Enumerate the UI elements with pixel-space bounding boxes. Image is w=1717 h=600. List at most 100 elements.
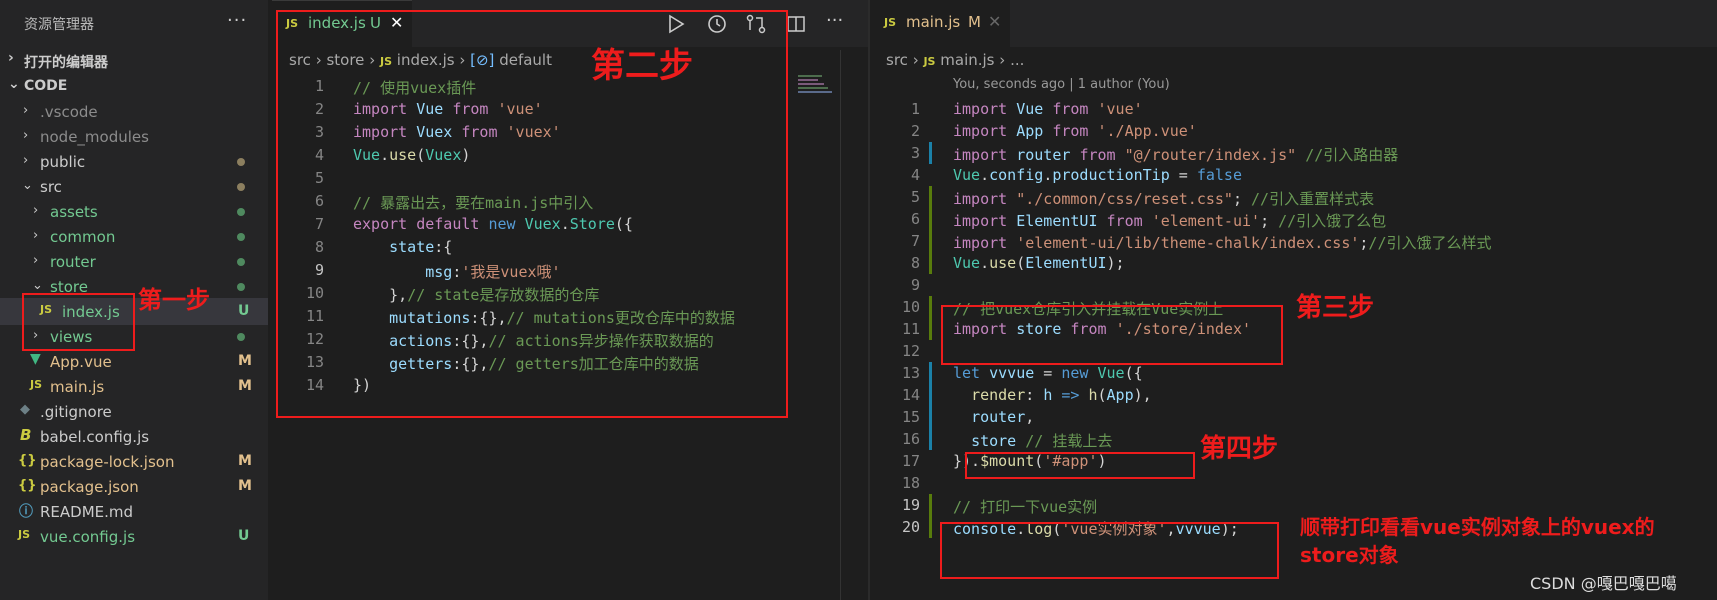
tree-folder-vscode[interactable]: › .vscode [0,98,268,125]
babel-file-icon: B [20,426,32,444]
git-added-bar[interactable] [929,494,932,538]
tree-file-package-json[interactable]: {} package.json M [0,473,268,500]
tab-label: main.js [906,13,961,31]
code-line: Vue.config.productionTip = false [953,166,1242,184]
split-editor-icon[interactable] [786,14,806,34]
code-line: // 打印一下vue实例 [953,498,1098,516]
modified-dot-icon [237,183,245,191]
git-blame-lens[interactable]: You, seconds ago | 1 author (You) [953,77,1170,92]
line-number: 1 [910,100,920,118]
tree-file-babel-config[interactable]: B babel.config.js [0,423,268,450]
line-number: 15 [901,408,920,426]
tree-file-vue-config[interactable]: JS vue.config.js U [0,523,268,550]
tab-main-js[interactable]: JS main.js M ✕ [870,0,1010,47]
line-number: 7 [910,232,920,250]
line-number: 6 [910,210,920,228]
code-line: import router from "@/router/index.js" /… [953,146,1399,164]
annotation-note: 顺带打印看看vue实例对象上的vuex的store对象 [1300,515,1655,567]
tree-item-label: vue.config.js [40,528,136,546]
js-file-icon: JS [884,16,897,29]
git-modified-bar[interactable] [929,362,932,450]
tree-folder-node-modules[interactable]: › node_modules [0,123,268,150]
watermark: CSDN @嘎巴嘎巴噶 [1530,574,1677,593]
tree-file-readme[interactable]: ⓘ README.md [0,498,268,525]
tree-item-label: node_modules [40,128,149,146]
tree-item-label: src [40,178,62,196]
json-file-icon: {} [18,453,37,468]
chevron-right-icon: › [23,153,29,168]
tree-folder-common[interactable]: › common [0,223,268,250]
tree-file-package-lock[interactable]: {} package-lock.json M [0,448,268,475]
breadcrumb-item[interactable]: ... [1010,51,1024,69]
line-number: 16 [901,430,920,448]
line-number: 14 [901,386,920,404]
workspace-section[interactable]: ⌄ CODE [0,74,268,98]
chevron-right-icon: › [23,128,29,143]
line-number: 11 [901,320,920,338]
annotation-step4: 第四步 [1200,434,1279,464]
line-number: 2 [910,122,920,140]
line-number: 9 [910,276,920,294]
code-line: store // 挂载上去 [971,432,1113,450]
scrollbar-track[interactable] [840,50,841,600]
chevron-down-icon: ⌄ [8,76,20,92]
untracked-dot-icon [237,233,245,241]
tree-item-label: router [50,253,96,271]
untracked-dot-icon [237,333,245,341]
info-file-icon: ⓘ [19,504,33,520]
code-line: render: h => h(App), [971,386,1152,404]
more-actions-icon[interactable]: ··· [227,10,247,31]
tree-item-label: public [40,153,86,171]
code-line: router, [971,408,1035,426]
tree-item-label: assets [50,203,98,221]
code-line: let vvvue = new Vue({ [953,364,1143,382]
tree-file-main-js[interactable]: JS main.js M [0,373,268,400]
line-number: 20 [901,518,920,536]
annotation-box-note [940,522,1279,579]
git-status-badge: M [238,353,252,369]
git-file-icon: ◆ [20,402,30,417]
tree-item-label: package-lock.json [40,453,175,471]
tree-folder-public[interactable]: › public [0,148,268,175]
tree-item-label: README.md [40,503,134,521]
breadcrumb-item[interactable]: src [886,51,908,69]
tree-item-label: .gitignore [40,403,112,421]
git-status-badge: U [238,528,250,544]
tree-folder-assets[interactable]: › assets [0,198,268,225]
chevron-right-icon: › [8,50,14,66]
tree-item-label: babel.config.js [40,428,150,446]
minimap[interactable] [798,72,836,102]
chevron-right-icon: › [912,51,924,69]
git-status-badge: M [238,453,252,469]
annotation-box-step3 [941,305,1283,365]
chevron-right-icon: › [33,228,39,243]
line-number: 8 [910,254,920,272]
editor-split-divider[interactable] [868,0,870,600]
code-line: import 'element-ui/lib/theme-chalk/index… [953,234,1492,252]
line-number: 19 [901,496,920,514]
git-added-bar[interactable] [929,142,932,164]
code-line: import Vue from 'vue' [953,100,1143,118]
chevron-right-icon: › [33,203,39,218]
line-number: 5 [910,188,920,206]
chevron-down-icon: ⌄ [22,178,33,193]
explorer-title: 资源管理器 [24,17,94,33]
git-added-bar[interactable] [929,296,932,340]
breadcrumb-item[interactable]: main.js [940,51,994,69]
tree-file-gitignore[interactable]: ◆ .gitignore [0,398,268,425]
code-line: import App from './App.vue' [953,122,1197,140]
git-status-badge: M [968,13,981,31]
tree-folder-src[interactable]: ⌄ src [0,173,268,200]
tree-item-label: .vscode [40,103,98,121]
more-actions-icon[interactable]: ··· [826,10,843,31]
git-added-bar[interactable] [929,186,932,274]
modified-dot-icon [237,158,245,166]
annotation-step3: 第三步 [1296,293,1375,323]
annotation-box-step2 [276,10,788,418]
js-file-icon: JS [30,378,43,391]
tree-folder-router[interactable]: › router [0,248,268,275]
tree-item-label: main.js [50,378,105,396]
close-icon[interactable]: ✕ [988,12,1001,31]
open-editors-section[interactable]: › 打开的编辑器 [0,48,268,72]
tree-file-app-vue[interactable]: ▼ App.vue M [0,348,268,375]
